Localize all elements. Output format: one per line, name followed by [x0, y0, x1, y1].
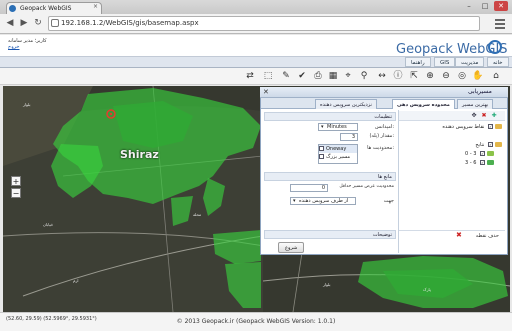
browser-tab[interactable]: Geopack WebGIS	[6, 2, 102, 14]
barriers-section-header[interactable]: مانع ها	[264, 172, 396, 181]
svg-text:محله: محله	[193, 212, 201, 217]
svg-text:بلوار: بلوار	[322, 282, 331, 287]
table-icon[interactable]: ▦	[327, 70, 339, 82]
tab-service-area[interactable]: محدوده سرویس دهی	[392, 99, 455, 109]
pan-icon[interactable]: ✋	[472, 70, 484, 82]
delete-point-button[interactable]: حذف نقطه	[399, 230, 505, 240]
favicon-icon	[9, 5, 16, 12]
zoom-out-icon[interactable]: ⊖	[440, 70, 452, 82]
url-text: 192.168.1.2/WebGIS/gis/basemap.aspx	[61, 19, 199, 27]
range-label: مقدار (پله):	[369, 133, 394, 139]
panel-title: مسیریابی	[468, 88, 492, 95]
layer-label: 0 - 3	[465, 151, 477, 157]
check-icon[interactable]: ✔	[296, 70, 308, 82]
pointer-icon[interactable]: ⇱	[408, 70, 420, 82]
restrictions-label: محدودیت ها:	[367, 145, 394, 151]
window-controls: – □ ✕	[458, 1, 508, 12]
start-button[interactable]: شروع	[278, 242, 305, 253]
copyright-text: © 2013 Geopack.ir (Geopack WebGIS Versio…	[176, 318, 336, 325]
menu-home[interactable]: خانه	[487, 57, 509, 67]
menu-admin[interactable]: مدیریت	[455, 57, 485, 67]
layer-item[interactable]: نقاط سرویس دهنده ✓	[402, 123, 502, 132]
tab-closest-facility[interactable]: نزدیکترین سرویس دهنده	[315, 99, 377, 109]
route-icon[interactable]: ⇄	[244, 70, 256, 82]
info-icon[interactable]: ⓘ	[392, 70, 404, 82]
menu-gis[interactable]: GIS	[434, 57, 456, 67]
logout-link[interactable]: خروج	[8, 44, 20, 50]
logo-icon	[488, 40, 502, 54]
map-zoom-out-button[interactable]: −	[11, 188, 21, 198]
page-icon	[51, 19, 59, 27]
layer-checkbox[interactable]: ✓	[488, 142, 493, 147]
delete-point-label: حذف نقطه	[475, 233, 499, 239]
tab-close-icon[interactable]: ×	[93, 3, 98, 10]
restriction-label: Oneway	[326, 146, 347, 152]
zoom-in-icon[interactable]: ⊕	[424, 70, 436, 82]
svg-text:بلوار: بلوار	[22, 102, 31, 107]
layer-label: نقاط سرویس دهنده	[442, 124, 485, 130]
direction-label: جهت	[383, 198, 394, 204]
layer-item[interactable]: نتایج ✓	[402, 141, 502, 150]
restriction-checkbox[interactable]	[319, 146, 324, 151]
impedance-label: امپدانس:	[374, 124, 394, 130]
direction-value: از طرف سرویس دهنده	[299, 198, 349, 204]
address-bar[interactable]: 192.168.1.2/WebGIS/gis/basemap.aspx	[48, 16, 480, 31]
add-point-icon[interactable]: ✚	[490, 112, 498, 120]
move-point-icon[interactable]: ✥	[470, 112, 478, 120]
back-button[interactable]: ◀	[4, 17, 16, 29]
description-section-header[interactable]: توضیحات	[264, 230, 396, 239]
layer-checkbox[interactable]: ✓	[480, 160, 485, 165]
binoculars-icon[interactable]: ⌖	[342, 70, 354, 82]
remove-point-icon[interactable]: ✖	[480, 112, 488, 120]
menu-help[interactable]: راهنما	[405, 57, 431, 67]
min-width-input[interactable]: 0	[290, 184, 328, 192]
reload-button[interactable]: ↻	[32, 17, 44, 29]
panel-close-button[interactable]: ✕	[263, 88, 269, 96]
restriction-label: مسیر بزرگ	[326, 154, 351, 160]
minimize-button[interactable]: –	[462, 1, 476, 11]
restriction-option[interactable]: مسیر بزرگ	[319, 153, 357, 161]
tab-best-route[interactable]: بهترین مسیر	[457, 99, 494, 109]
restriction-checkbox[interactable]	[319, 154, 324, 159]
layer-label: 3 - 6	[465, 160, 477, 166]
layers-list: نقاط سرویس دهنده ✓ نتایج ✓ 0 - 3 ✓ 3 - 6…	[402, 123, 502, 168]
range-input[interactable]: 3	[340, 133, 358, 141]
layer-item[interactable]: 3 - 6 ✓	[402, 159, 502, 168]
window-close-button[interactable]: ✕	[494, 1, 508, 11]
folder-icon	[495, 142, 502, 147]
impedance-value: Minutes	[327, 124, 347, 130]
min-width-label: محدودیت عرض مسیر حداقل	[339, 184, 394, 189]
restriction-option[interactable]: Oneway	[319, 145, 357, 153]
browser-menu-icon[interactable]	[494, 17, 506, 29]
forward-button[interactable]: ▶	[18, 17, 30, 29]
select-icon[interactable]: ⬚	[262, 70, 274, 82]
folder-icon	[495, 124, 502, 129]
settings-section-header[interactable]: تنظیمات	[264, 112, 396, 121]
tab-title: Geopack WebGIS	[20, 5, 72, 12]
edit-icon[interactable]: ✎	[280, 70, 292, 82]
range-swatch-icon	[487, 151, 494, 156]
svg-text:پارک: پارک	[423, 287, 431, 292]
measure-icon[interactable]: ↔	[376, 70, 388, 82]
impedance-select[interactable]: Minutes	[318, 123, 358, 131]
layer-checkbox[interactable]: ✓	[480, 151, 485, 156]
svg-text:خیابان: خیابان	[43, 222, 54, 227]
layer-item[interactable]: 0 - 3 ✓	[402, 150, 502, 159]
print-icon[interactable]: ⎙	[312, 70, 324, 82]
layer-label: نتایج	[475, 142, 485, 148]
zoom-control: + −	[11, 176, 23, 206]
full-extent-icon[interactable]: ◎	[456, 70, 468, 82]
restrictions-list[interactable]: Oneway مسیر بزرگ	[318, 144, 358, 164]
layer-checkbox[interactable]: ✓	[488, 124, 493, 129]
delete-icon: ✖	[456, 231, 462, 239]
map-city-label: Shiraz	[120, 148, 159, 161]
find-icon[interactable]: ⚲	[358, 70, 370, 82]
home-extent-icon[interactable]: ⌂	[490, 70, 502, 82]
map-zoom-in-button[interactable]: +	[11, 176, 21, 186]
maximize-button[interactable]: □	[478, 1, 492, 11]
direction-select[interactable]: از طرف سرویس دهنده	[290, 197, 356, 205]
svg-text:ارم: ارم	[73, 278, 79, 283]
range-swatch-icon	[487, 160, 494, 165]
